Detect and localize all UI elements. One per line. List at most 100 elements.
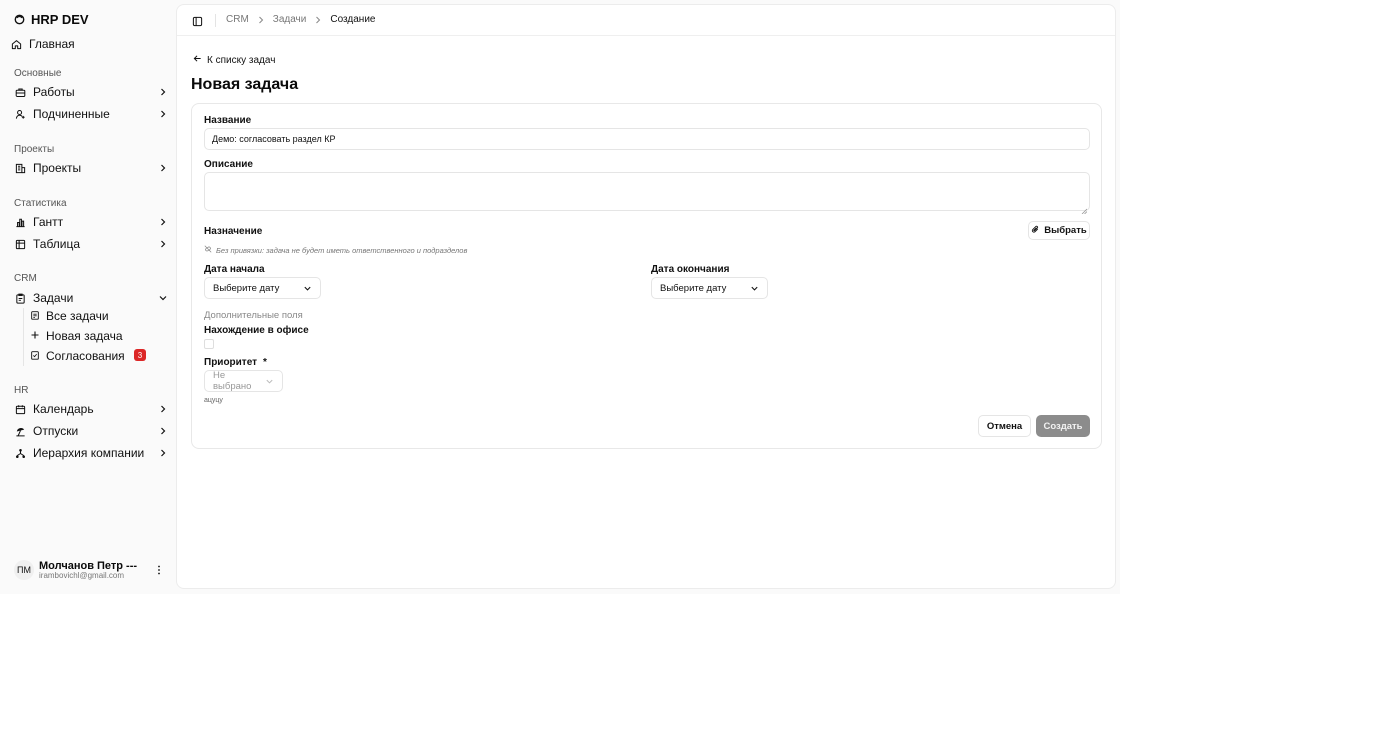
sidebar-item-label: Отпуски	[33, 424, 79, 438]
select-assignment-button[interactable]: Выбрать	[1028, 221, 1090, 240]
extra-fields-label: Дополнительные поля	[204, 310, 303, 321]
paperclip-icon	[1031, 225, 1040, 237]
sidebar-item-label: Календарь	[33, 402, 94, 416]
sidebar-item-projects[interactable]: Проекты	[14, 157, 168, 179]
priority-note: ацуцу	[204, 397, 223, 404]
user-icon	[14, 108, 26, 120]
sidebar-subitem-label: Новая задача	[46, 329, 123, 343]
sidebar-item-vacations[interactable]: Отпуски	[14, 420, 168, 442]
breadcrumb-tasks[interactable]: Задачи	[273, 14, 307, 25]
chart-icon	[14, 216, 26, 228]
priority-select[interactable]: Не выбрано	[204, 370, 283, 392]
brand-logo-icon	[14, 14, 25, 25]
chevron-down-icon	[265, 377, 274, 386]
sidebar-item-home[interactable]: Главная	[10, 33, 164, 55]
sidebar-item-label: Подчиненные	[33, 107, 110, 121]
user-info: Молчанов Петр --- irambovichl@gmail.com	[39, 560, 137, 581]
clipboard-icon	[14, 292, 26, 304]
sidebar-group-label: Статистика	[14, 198, 67, 209]
home-icon	[10, 38, 22, 50]
sidebar-item-label: Таблица	[33, 237, 81, 251]
priority-label: Приоритет *	[204, 357, 267, 368]
chevron-down-icon	[750, 284, 759, 293]
description-label: Описание	[204, 159, 253, 170]
breadcrumb-current: Создание	[330, 14, 376, 25]
start-date-picker[interactable]: Выберите дату	[204, 277, 321, 299]
chevron-right-icon	[158, 217, 168, 227]
sidebar-subitem-new-task[interactable]: Новая задача	[30, 327, 150, 345]
more-vertical-icon[interactable]	[154, 563, 164, 577]
page-title: Новая задача	[191, 76, 299, 93]
divider	[215, 14, 216, 27]
sidebar: HRP DEV Главная Основные Работы Подчинен…	[0, 0, 176, 594]
sidebar-item-label: Главная	[29, 37, 75, 51]
start-date-placeholder: Выберите дату	[213, 282, 280, 294]
breadcrumb-crm[interactable]: CRM	[226, 14, 249, 25]
sidebar-group-label: CRM	[14, 273, 37, 284]
assignment-hint: Без привязки: задача не будет иметь отве…	[204, 245, 467, 255]
cancel-button[interactable]: Отмена	[978, 415, 1031, 437]
name-input[interactable]: Демо: согласовать раздел КР	[204, 128, 1090, 150]
select-button-label: Выбрать	[1044, 225, 1087, 236]
chevron-right-icon	[158, 404, 168, 414]
create-button[interactable]: Создать	[1036, 415, 1090, 437]
priority-value: Не выбрано	[213, 370, 252, 392]
required-mark: *	[263, 357, 267, 368]
sidebar-item-works[interactable]: Работы	[14, 81, 168, 103]
sidebar-subitem-label: Все задачи	[46, 309, 109, 323]
sidebar-item-label: Работы	[33, 85, 75, 99]
chevron-down-icon	[303, 284, 312, 293]
sidebar-toggle-icon[interactable]	[192, 15, 203, 27]
office-presence-label: Нахождение в офисе	[204, 325, 309, 336]
submenu-line	[23, 308, 24, 366]
sidebar-item-label: Иерархия компании	[33, 446, 145, 460]
sidebar-group-label: HR	[14, 385, 29, 396]
sidebar-item-label: Проекты	[33, 161, 82, 175]
topbar: CRM Задачи Создание	[177, 5, 1115, 36]
sidebar-item-label: Задачи	[33, 291, 74, 305]
task-form: Название Демо: согласовать раздел КР Опи…	[191, 103, 1102, 449]
sidebar-group-label: Проекты	[14, 144, 55, 155]
calendar-icon	[14, 403, 26, 415]
clipboard-list-icon	[30, 309, 40, 323]
end-date-picker[interactable]: Выберите дату	[651, 277, 768, 299]
name-label: Название	[204, 115, 252, 126]
chevron-right-icon	[158, 448, 168, 458]
chevron-right-icon	[315, 16, 321, 24]
description-textarea[interactable]	[204, 172, 1090, 215]
start-date-label: Дата начала	[204, 264, 265, 275]
chevron-down-icon	[158, 293, 168, 303]
back-to-tasks-link[interactable]: К списку задач	[193, 54, 275, 66]
sidebar-item-label: Гантт	[33, 215, 64, 229]
table-icon	[14, 238, 26, 250]
sidebar-item-table[interactable]: Таблица	[14, 233, 168, 255]
chevron-right-icon	[158, 163, 168, 173]
chevron-right-icon	[258, 16, 264, 24]
sidebar-item-hierarchy[interactable]: Иерархия компании	[14, 442, 168, 464]
end-date-label: Дата окончания	[651, 264, 730, 275]
sidebar-subitem-approvals[interactable]: Согласования	[30, 347, 150, 365]
user-menu[interactable]: ПМ Молчанов Петр --- irambovichl@gmail.c…	[14, 559, 164, 581]
resize-handle-icon[interactable]	[1081, 202, 1088, 215]
approvals-count-badge: 3	[134, 349, 146, 361]
chevron-right-icon	[158, 239, 168, 249]
sidebar-item-subordinates[interactable]: Подчиненные	[14, 103, 168, 125]
sidebar-item-tasks[interactable]: Задачи	[14, 287, 168, 309]
sidebar-item-gantt[interactable]: Гантт	[14, 211, 168, 233]
back-link-label: К списку задач	[207, 54, 276, 66]
building-icon	[14, 162, 26, 174]
arrow-left-icon	[193, 54, 202, 66]
sidebar-subitem-label: Согласования	[46, 349, 125, 363]
sidebar-item-calendar[interactable]: Календарь	[14, 398, 168, 420]
sidebar-subitem-all-tasks[interactable]: Все задачи	[30, 307, 150, 325]
brand-name: HRP DEV	[31, 12, 89, 27]
brand[interactable]: HRP DEV	[14, 12, 89, 27]
plus-icon	[30, 329, 40, 343]
breadcrumb: CRM Задачи Создание	[226, 14, 375, 25]
end-date-placeholder: Выберите дату	[660, 282, 727, 294]
office-presence-checkbox[interactable]	[204, 339, 214, 349]
beach-umbrella-icon	[14, 425, 26, 437]
sidebar-group-label: Основные	[14, 68, 62, 79]
main-content: CRM Задачи Создание К списку задач Новая…	[176, 4, 1116, 589]
avatar: ПМ	[14, 560, 34, 580]
